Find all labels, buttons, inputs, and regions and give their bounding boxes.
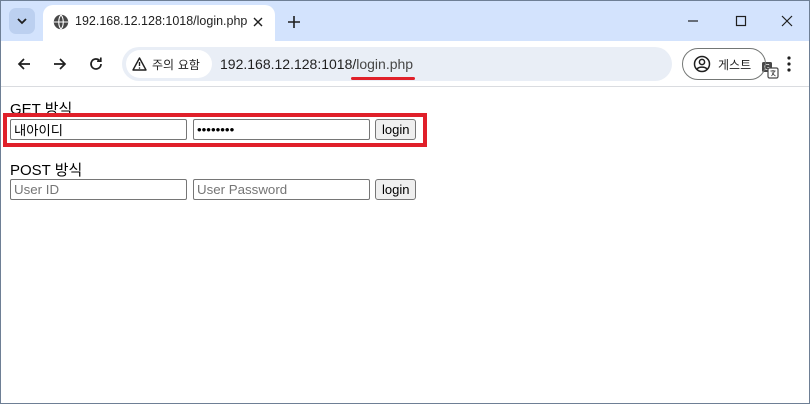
url-path: login.php [356,56,414,72]
plus-icon [288,16,300,28]
post-form-title: POST 방식 [10,162,83,179]
post-login-button[interactable]: login [375,179,417,200]
kebab-menu-icon [787,56,791,72]
browser-toolbar: 주의 요함 192.168.12.128:1018/login.php G 게스… [1,41,809,87]
tab-search-button[interactable] [9,8,35,34]
url-text[interactable]: 192.168.12.128:1018/login.php [220,56,413,72]
forward-arrow-icon [54,58,67,70]
tab-search-icon [17,18,27,25]
tab-strip: 192.168.12.128:1018/login.php [1,1,809,41]
browser-menu-button[interactable] [777,52,801,76]
security-chip[interactable]: 주의 요함 [126,50,212,78]
active-tab[interactable]: 192.168.12.128:1018/login.php [43,5,275,41]
tab-title: 192.168.12.128:1018/login.php [75,14,248,28]
get-password-input[interactable] [193,119,370,140]
maximize-button[interactable] [727,7,755,35]
page-content: GET 방식 login POST 방식 login [1,88,809,403]
forward-button[interactable] [47,51,73,77]
reload-button[interactable] [83,51,109,77]
post-password-input[interactable] [193,179,370,200]
profile-button[interactable]: 게스트 [682,48,766,80]
window-close-icon [781,15,793,27]
reload-icon [90,57,102,70]
url-host: 192.168.12.128:1018/ [220,56,357,72]
back-arrow-icon [17,58,30,70]
maximize-icon [735,15,747,27]
globe-icon [53,14,69,30]
post-user-id-input[interactable] [10,179,187,200]
security-label: 주의 요함 [152,57,200,72]
minimize-button[interactable] [679,7,707,35]
close-icon [253,17,263,27]
minimize-icon [688,20,698,22]
window-close-button[interactable] [773,7,801,35]
url-path-underline [351,77,415,80]
address-bar[interactable]: 주의 요함 192.168.12.128:1018/login.php G [122,47,779,81]
profile-icon [693,55,711,73]
new-tab-button[interactable] [283,11,305,33]
warning-icon [132,57,147,71]
tab-close-button[interactable] [249,13,267,31]
browser-window: 192.168.12.128:1018/login.php 주의 요함 192.… [0,0,810,404]
get-user-id-input[interactable] [10,119,187,140]
profile-label: 게스트 [718,57,752,72]
back-button[interactable] [11,51,37,77]
get-login-button[interactable]: login [375,119,417,140]
